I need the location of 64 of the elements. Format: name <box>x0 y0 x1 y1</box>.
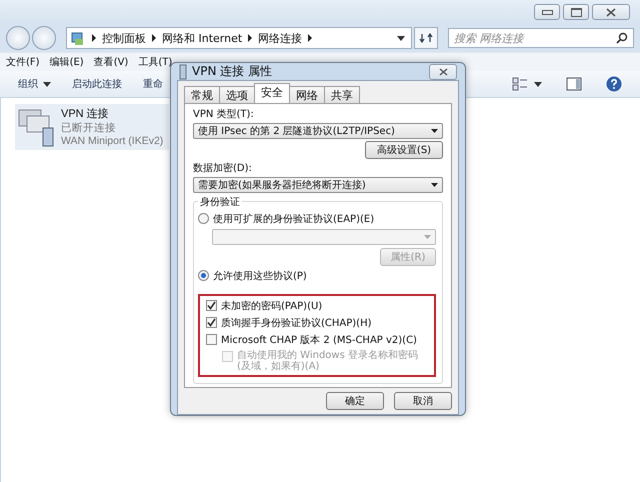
field-label: VPN 类型(T): <box>193 108 255 121</box>
menu-item[interactable]: 文件(F) <box>6 55 40 69</box>
option-label: 使用可扩展的身份验证协议(EAP)(E) <box>213 212 374 226</box>
chevron-icon <box>307 34 314 42</box>
option-label: 质询握手身份验证协议(CHAP)(H) <box>221 316 372 330</box>
tab[interactable]: 共享 <box>324 86 360 103</box>
menu-item[interactable]: 编辑(E) <box>50 55 84 69</box>
connection-name: VPN 连接 <box>61 106 110 121</box>
connection-status: 已断开连接 <box>61 121 117 135</box>
group-title: 身份验证 <box>198 195 242 209</box>
checkbox[interactable] <box>206 300 217 311</box>
search-field[interactable]: 搜索 网络连接 <box>448 28 634 48</box>
field-label: 数据加密(D): <box>193 162 253 175</box>
breadcrumb[interactable]: 网络连接 <box>258 30 302 46</box>
caret-icon <box>43 82 51 86</box>
close-button[interactable] <box>429 64 457 80</box>
dropdown-icon[interactable] <box>397 36 405 40</box>
encryption-dropdown[interactable]: 需要加密(如果服务器拒绝将断开连接) <box>193 177 443 193</box>
refresh-icon <box>419 32 433 44</box>
vpn-type-dropdown[interactable]: 使用 IPsec 的第 2 层隧道协议(L2TP/IPSec) <box>193 123 443 139</box>
option-label: 自动使用我的 Windows 登录名称和密码(及域，如果有)(A) <box>237 350 419 372</box>
dialog-button[interactable]: 确定 <box>326 392 384 410</box>
close-icon <box>438 68 448 76</box>
caret-icon[interactable] <box>534 82 542 86</box>
minimize-button[interactable] <box>534 4 560 20</box>
tab[interactable]: 安全 <box>254 83 290 103</box>
breadcrumb[interactable]: 控制面板 <box>102 30 146 46</box>
control-panel-icon <box>70 30 86 46</box>
menu-item[interactable]: 查看(V) <box>94 55 128 69</box>
toolbar-button[interactable]: 重命 <box>143 77 163 91</box>
checkbox[interactable] <box>206 334 217 345</box>
tab[interactable]: 常规 <box>184 86 220 103</box>
address-bar[interactable]: 控制面板 网络和 Internet 网络连接 <box>66 27 412 49</box>
toolbar-button[interactable]: 启动此连接 <box>72 77 122 91</box>
breadcrumb[interactable]: 网络和 Internet <box>162 30 242 46</box>
caret-icon <box>424 235 431 239</box>
search-icon <box>616 32 628 44</box>
refresh-button[interactable] <box>414 27 438 49</box>
chevron-icon <box>247 34 254 42</box>
device-name: WAN Miniport (IKEv2) <box>61 135 164 147</box>
option-label: 未加密的密码(PAP)(U) <box>221 300 322 313</box>
dialog-title: VPN 连接 属性 <box>192 63 272 80</box>
close-button[interactable] <box>592 4 630 20</box>
option-label: Microsoft CHAP 版本 2 (MS-CHAP v2)(C) <box>221 334 417 347</box>
radio-button[interactable] <box>198 270 209 281</box>
connection-item[interactable]: VPN 连接 已断开连接 WAN Miniport (IKEv2) <box>15 104 169 150</box>
tab[interactable]: 网络 <box>289 86 325 103</box>
preview-pane-icon[interactable] <box>566 77 582 91</box>
caret-icon <box>431 183 438 187</box>
toolbar-button[interactable]: 组织 <box>18 77 51 91</box>
tab[interactable]: 选项 <box>219 86 255 103</box>
radio-button[interactable] <box>198 213 209 224</box>
close-icon <box>606 8 616 16</box>
caret-icon <box>431 129 438 133</box>
advanced-settings-button[interactable]: 高级设置(S) <box>365 141 443 159</box>
menu-item[interactable]: 工具(T) <box>138 55 172 69</box>
view-options-icon[interactable] <box>512 77 528 91</box>
option-label: 允许使用这些协议(P) <box>213 270 307 283</box>
help-icon[interactable] <box>606 76 622 92</box>
chevron-icon <box>91 34 97 42</box>
maximize-button[interactable] <box>563 4 589 20</box>
dialog-button[interactable]: 取消 <box>394 392 452 410</box>
chevron-icon <box>151 34 157 42</box>
checkbox[interactable] <box>206 317 217 328</box>
